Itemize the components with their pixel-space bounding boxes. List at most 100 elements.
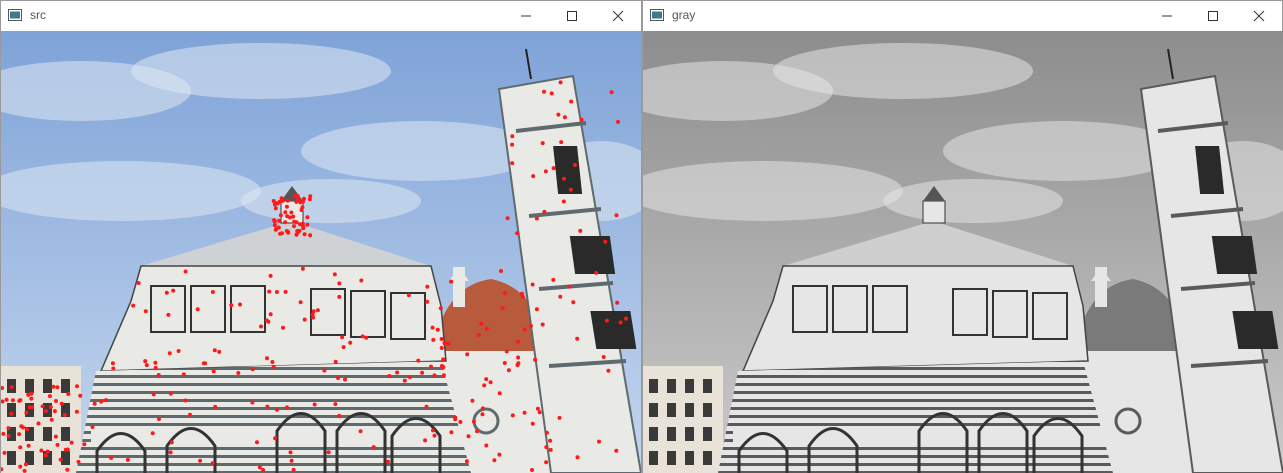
keypoint-marker — [156, 373, 161, 377]
keypoint-marker — [312, 402, 317, 407]
keypoint-marker — [562, 176, 566, 181]
keypoint-marker — [475, 429, 479, 434]
window — [703, 427, 712, 441]
maximize-button[interactable] — [1190, 1, 1236, 30]
keypoint-marker — [446, 341, 451, 346]
keypoint-marker — [535, 406, 540, 411]
keypoint-marker — [268, 312, 273, 317]
keypoint-marker — [267, 289, 272, 294]
keypoint-marker — [528, 323, 533, 328]
image-canvas — [1, 31, 641, 473]
keypoint-marker — [217, 349, 222, 354]
src-window: src — [0, 0, 642, 473]
keypoint-marker — [55, 385, 60, 390]
keypoint-marker — [533, 357, 538, 362]
keypoint-marker — [125, 457, 130, 462]
keypoint-marker — [431, 337, 436, 342]
keypoint-marker — [250, 367, 255, 372]
keypoint-marker — [520, 294, 525, 299]
close-button[interactable] — [1236, 1, 1282, 30]
keypoint-marker — [298, 200, 303, 205]
window — [685, 379, 694, 393]
maximize-icon — [567, 10, 577, 21]
keypoint-marker — [544, 430, 549, 435]
close-button[interactable] — [595, 1, 641, 30]
keypoint-marker — [516, 361, 521, 366]
window — [649, 451, 658, 465]
keypoint-marker — [559, 140, 564, 145]
minimize-button[interactable] — [1144, 1, 1190, 30]
keypoint-marker — [157, 417, 161, 421]
minimize-button[interactable] — [503, 1, 549, 30]
window — [703, 403, 712, 417]
keypoint-marker — [275, 201, 280, 206]
keypoint-marker — [540, 322, 545, 327]
keypoint-marker — [364, 335, 369, 340]
keypoint-marker — [615, 300, 620, 305]
keypoint-marker — [337, 281, 342, 286]
keypoint-marker — [562, 115, 567, 120]
keypoint-marker — [429, 364, 433, 369]
keypoint-marker — [360, 334, 365, 339]
keypoint-marker — [65, 447, 70, 452]
keypoint-marker — [153, 365, 158, 370]
keypoint-marker — [531, 174, 536, 179]
keypoint-marker — [9, 385, 14, 390]
keypoint-marker — [614, 448, 619, 453]
keypoint-marker — [492, 458, 497, 463]
keypoint-marker — [579, 117, 584, 122]
keypoint-marker — [76, 459, 81, 464]
keypoint-marker — [210, 290, 215, 294]
keypoint-marker — [27, 405, 32, 410]
keypoint-marker — [49, 417, 54, 422]
keypoint-marker — [9, 411, 14, 416]
keypoint-marker — [283, 210, 288, 215]
keypoint-marker — [153, 360, 158, 365]
keypoint-marker — [471, 419, 476, 424]
keypoint-marker — [144, 363, 149, 368]
keypoint-marker — [505, 216, 510, 221]
keypoint-marker — [516, 339, 520, 344]
keypoint-marker — [307, 197, 312, 202]
keypoint-marker — [277, 218, 282, 223]
keypoint-marker — [416, 358, 421, 363]
maximize-button[interactable] — [549, 1, 595, 30]
keypoint-marker — [439, 337, 444, 341]
keypoint-marker — [522, 410, 527, 415]
keypoint-marker — [270, 360, 275, 364]
keypoint-marker — [295, 229, 300, 233]
window — [667, 427, 676, 441]
keypoint-marker — [597, 439, 601, 444]
keypoint-marker — [406, 293, 411, 298]
title-bar[interactable]: gray — [643, 1, 1282, 30]
keypoint-marker — [58, 457, 63, 462]
title-bar[interactable]: src — [1, 1, 641, 30]
keypoint-marker — [90, 425, 95, 429]
keypoint-marker — [1, 431, 6, 436]
keypoint-marker — [43, 409, 48, 414]
keypoint-marker — [274, 290, 279, 294]
keypoint-marker — [292, 219, 297, 224]
keypoint-marker — [210, 461, 215, 466]
keypoint-marker — [151, 392, 156, 397]
gray-window: gray — [642, 0, 1283, 473]
keypoint-marker — [169, 440, 174, 445]
keypoint-marker — [453, 417, 458, 422]
keypoint-marker — [499, 269, 503, 273]
keypoint-marker — [557, 415, 562, 420]
keypoint-marker — [603, 239, 608, 244]
keypoint-marker — [504, 349, 509, 354]
keypoint-marker — [164, 290, 169, 295]
keypoint-marker — [609, 90, 614, 95]
keypoint-marker — [440, 364, 444, 368]
keypoint-marker — [441, 373, 446, 378]
keypoint-marker — [278, 213, 283, 218]
keypoint-marker — [556, 112, 561, 117]
keypoint-marker — [18, 398, 23, 403]
keypoint-marker — [69, 440, 74, 445]
keypoint-marker — [48, 405, 53, 410]
keypoint-marker — [333, 402, 338, 407]
keypoint-marker — [52, 409, 57, 414]
keypoint-marker — [497, 391, 502, 396]
keypoint-marker — [578, 228, 583, 233]
